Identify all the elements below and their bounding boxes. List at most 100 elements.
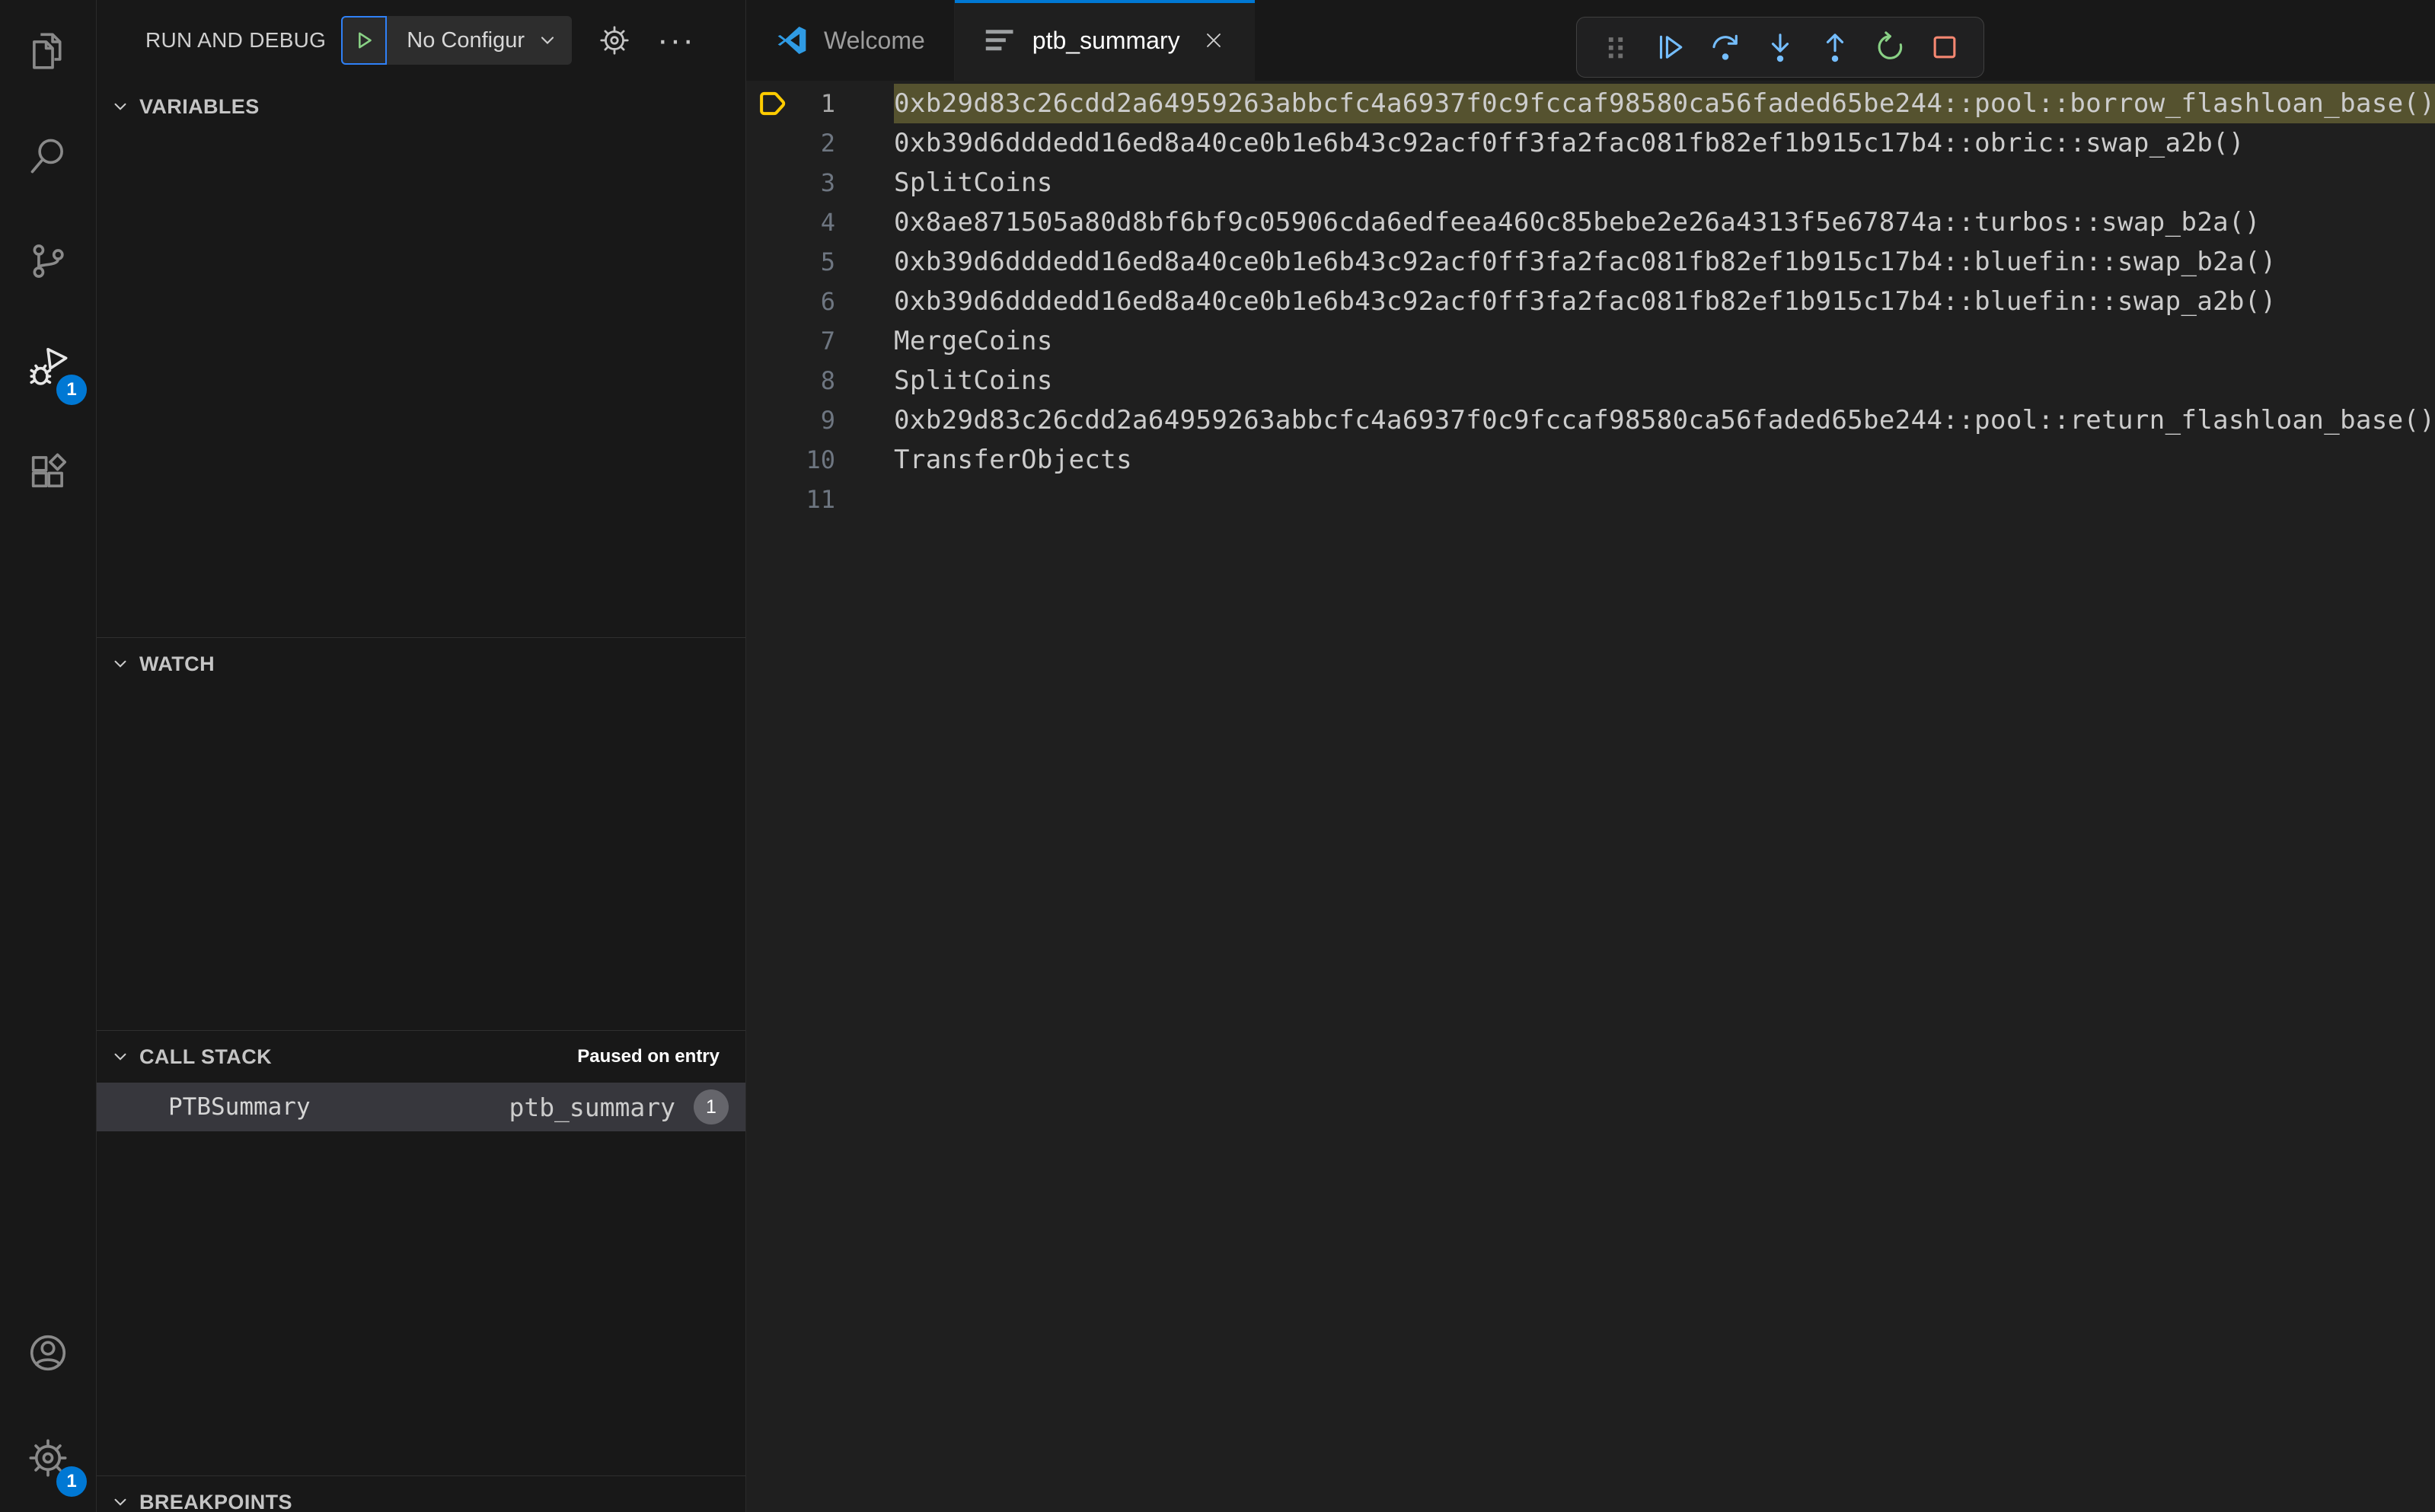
call-stack-section: CALL STACK Paused on entry PTBSummary pt… (97, 1030, 745, 1475)
line-number: 8 (820, 366, 835, 395)
gutter-spacer (755, 442, 790, 477)
code-line[interactable]: 0xb29d83c26cdd2a64959263abbcfc4a6937f0c9… (894, 400, 2435, 440)
gutter-spacer (755, 284, 790, 319)
watch-section-header[interactable]: WATCH (97, 644, 745, 684)
code-line[interactable]: MergeCoins (894, 321, 2435, 361)
code-row: 4 0x8ae871505a80d8bf6bf9c05906cda6edfeea4… (746, 203, 2435, 242)
activity-item-source-control[interactable] (0, 210, 96, 315)
step-out-icon (1826, 33, 1844, 62)
variables-section: VARIABLES (97, 81, 745, 637)
code-editor[interactable]: 1 0xb29d83c26cdd2a64959263abbcfc4a6937f0c… (746, 81, 2435, 1512)
activity-item-search[interactable] (0, 105, 96, 210)
continue-button[interactable] (1647, 24, 1694, 71)
gutter-spacer (755, 244, 790, 279)
gutter-spacer (755, 324, 790, 359)
tab-ptb-summary[interactable]: ptb_summary (954, 0, 1255, 81)
line-number: 5 (820, 247, 835, 276)
settings-badge: 1 (56, 1466, 87, 1497)
step-over-button[interactable] (1702, 24, 1749, 71)
gutter[interactable]: 11 (746, 480, 894, 519)
restart-button[interactable] (1866, 24, 1913, 71)
code-row: 3 SplitCoins (746, 163, 2435, 203)
stop-button[interactable] (1921, 24, 1968, 71)
toolbar-drag-handle[interactable] (1592, 24, 1639, 71)
gutter-spacer (755, 165, 790, 200)
code-line[interactable]: TransferObjects (894, 440, 2435, 480)
code-line[interactable]: SplitCoins (894, 163, 2435, 203)
start-debugging-button[interactable] (341, 16, 388, 65)
gutter[interactable]: 3 (746, 163, 894, 203)
code-lines: 1 0xb29d83c26cdd2a64959263abbcfc4a6937f0c… (746, 81, 2435, 519)
line-number: 11 (806, 485, 835, 514)
session-badge: 1 (694, 1089, 729, 1124)
activity-item-settings[interactable]: 1 (0, 1407, 96, 1512)
breakpoints-section: BREAKPOINTS (97, 1475, 745, 1512)
code-line[interactable]: 0xb39d6dddedd16ed8a40ce0b1e6b43c92acf0ff… (894, 282, 2435, 321)
chevron-down-icon (114, 660, 126, 668)
call-stack-session-row[interactable]: PTBSummary ptb_summary 1 (97, 1083, 745, 1131)
line-number: 9 (820, 406, 835, 435)
vscode-window: 1 1 RUN AND DEBUG No Configur ··· VARIAB… (0, 0, 2435, 1512)
gutter[interactable]: 2 (746, 123, 894, 163)
variables-section-header[interactable]: VARIABLES (97, 87, 745, 126)
line-number: 7 (820, 327, 835, 356)
line-number: 10 (806, 445, 835, 474)
code-line[interactable]: SplitCoins (894, 361, 2435, 400)
code-row: 11 (746, 480, 2435, 519)
activity-bar: 1 1 (0, 0, 97, 1512)
explorer-icon (26, 29, 70, 77)
run-and-debug-sidebar: RUN AND DEBUG No Configur ··· VARIABLES … (97, 0, 746, 1512)
chevron-down-icon (114, 103, 126, 110)
activity-item-accounts[interactable] (0, 1302, 96, 1407)
line-number: 3 (820, 168, 835, 197)
step-out-button[interactable] (1811, 24, 1859, 71)
code-row: 7 MergeCoins (746, 321, 2435, 361)
pause-status-label: Paused on entry (577, 1046, 720, 1067)
tab-label: ptb_summary (1032, 26, 1180, 54)
chevron-down-icon (114, 1053, 126, 1061)
views-more-actions-button[interactable]: ··· (657, 24, 695, 57)
tab-welcome[interactable]: Welcome (746, 0, 955, 81)
gutter-spacer (755, 403, 790, 438)
activity-item-extensions[interactable] (0, 420, 96, 525)
breakpoints-section-header[interactable]: BREAKPOINTS (97, 1482, 745, 1512)
configuration-dropdown[interactable]: No Configur (387, 16, 573, 65)
code-row: 8 SplitCoins (746, 361, 2435, 400)
close-icon (1206, 33, 1221, 47)
gutter-spacer (755, 482, 790, 517)
code-line[interactable]: 0xb39d6dddedd16ed8a40ce0b1e6b43c92acf0ff… (894, 242, 2435, 282)
chevron-down-icon (537, 30, 558, 51)
gutter[interactable]: 10 (746, 440, 894, 480)
gutter[interactable]: 4 (746, 203, 894, 242)
code-line[interactable]: 0xb39d6dddedd16ed8a40ce0b1e6b43c92acf0ff… (894, 123, 2435, 163)
open-launch-json-button[interactable] (598, 24, 631, 57)
gear-icon (600, 26, 629, 55)
restart-icon (1878, 31, 1903, 59)
line-number: 4 (820, 208, 835, 237)
gutter[interactable]: 6 (746, 282, 894, 321)
call-stack-section-header[interactable]: CALL STACK Paused on entry (97, 1037, 745, 1077)
code-line[interactable]: 0x8ae871505a80d8bf6bf9c05906cda6edfeea46… (894, 203, 2435, 242)
close-tab-button[interactable] (1202, 28, 1226, 53)
breakpoints-section-title: BREAKPOINTS (139, 1490, 292, 1512)
gutter[interactable]: 8 (746, 361, 894, 400)
gutter[interactable]: 1 (746, 84, 894, 123)
gutter[interactable]: 7 (746, 321, 894, 361)
thread-name: ptb_summary (509, 1092, 675, 1122)
stop-icon (1933, 36, 1956, 59)
variables-section-title: VARIABLES (139, 94, 260, 118)
gutter[interactable]: 9 (746, 400, 894, 440)
gutter-spacer (755, 363, 790, 398)
code-line[interactable] (894, 480, 2435, 519)
watch-section-title: WATCH (139, 652, 215, 675)
source-control-icon (26, 239, 70, 287)
activity-item-run-and-debug[interactable]: 1 (0, 315, 96, 420)
code-row: 9 0xb29d83c26cdd2a64959263abbcfc4a6937f0c… (746, 400, 2435, 440)
step-into-button[interactable] (1757, 24, 1804, 71)
code-line[interactable]: 0xb29d83c26cdd2a64959263abbcfc4a6937f0c9… (894, 84, 2435, 123)
call-stack-section-title: CALL STACK (139, 1045, 272, 1068)
code-row: 6 0xb39d6dddedd16ed8a40ce0b1e6b43c92acf0f… (746, 282, 2435, 321)
gutter[interactable]: 5 (746, 242, 894, 282)
activity-item-explorer[interactable] (0, 0, 96, 105)
step-into-icon (1771, 33, 1789, 62)
